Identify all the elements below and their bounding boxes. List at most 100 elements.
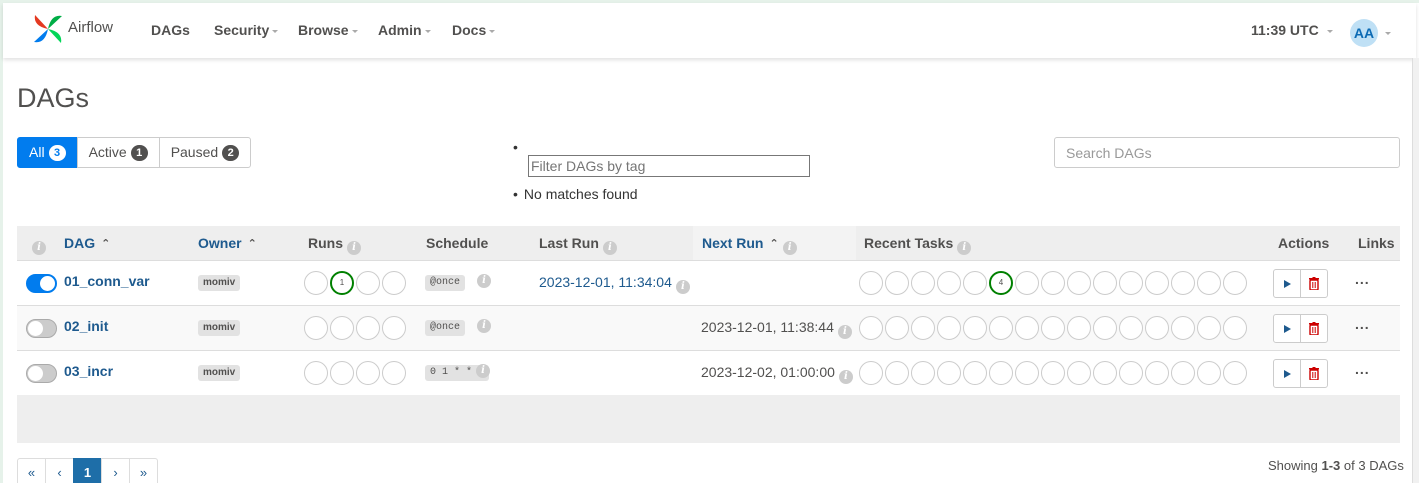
task-state-circle[interactable] bbox=[963, 316, 987, 340]
owner-tag[interactable]: momiv bbox=[198, 275, 241, 291]
schedule-tag[interactable]: @once bbox=[425, 320, 466, 336]
run-state-circle[interactable] bbox=[330, 316, 354, 340]
trigger-dag-button[interactable] bbox=[1273, 269, 1301, 298]
task-state-circle[interactable] bbox=[1119, 316, 1143, 340]
header-dag[interactable]: DAG ⌃ bbox=[64, 235, 110, 251]
task-state-circle[interactable] bbox=[911, 361, 935, 385]
task-state-circle[interactable] bbox=[1145, 316, 1169, 340]
task-state-circle[interactable] bbox=[1119, 271, 1143, 295]
task-state-circle[interactable] bbox=[989, 361, 1013, 385]
info-icon[interactable]: i bbox=[477, 274, 491, 288]
run-state-circle[interactable] bbox=[356, 271, 380, 295]
info-icon[interactable]: i bbox=[602, 241, 617, 255]
nav-dags[interactable]: DAGs bbox=[151, 22, 190, 38]
avatar[interactable]: AA bbox=[1350, 19, 1378, 47]
run-state-circle[interactable]: 1 bbox=[330, 271, 354, 295]
task-state-circle[interactable] bbox=[1015, 361, 1039, 385]
task-state-circle[interactable] bbox=[1223, 316, 1247, 340]
page-prev-button[interactable]: ‹ bbox=[45, 458, 74, 483]
info-icon[interactable]: i bbox=[837, 325, 852, 339]
search-input[interactable] bbox=[1054, 137, 1400, 168]
task-state-circle[interactable] bbox=[1197, 316, 1221, 340]
task-state-circle[interactable] bbox=[1067, 271, 1091, 295]
task-state-circle[interactable] bbox=[1223, 271, 1247, 295]
task-state-circle[interactable] bbox=[937, 271, 961, 295]
nav-docs[interactable]: Docs bbox=[452, 22, 496, 38]
task-state-circle[interactable] bbox=[1223, 361, 1247, 385]
delete-dag-button[interactable] bbox=[1300, 359, 1328, 388]
task-state-circle[interactable] bbox=[1093, 316, 1117, 340]
page-next-button[interactable]: › bbox=[101, 458, 130, 483]
header-owner[interactable]: Owner ⌃ bbox=[198, 235, 257, 251]
task-state-circle[interactable] bbox=[989, 316, 1013, 340]
scrollbar[interactable] bbox=[1412, 58, 1419, 483]
task-state-circle[interactable] bbox=[1119, 361, 1143, 385]
info-icon[interactable]: i bbox=[28, 235, 46, 255]
dag-id-link[interactable]: 01_conn_var bbox=[64, 273, 150, 289]
info-icon[interactable]: i bbox=[347, 241, 361, 255]
task-state-circle[interactable] bbox=[1093, 361, 1117, 385]
pause-toggle[interactable] bbox=[26, 364, 57, 383]
task-state-circle[interactable] bbox=[1171, 271, 1195, 295]
task-state-circle[interactable] bbox=[963, 271, 987, 295]
task-state-circle[interactable] bbox=[1197, 271, 1221, 295]
task-state-circle[interactable]: 4 bbox=[989, 271, 1013, 295]
info-icon[interactable]: i bbox=[782, 241, 797, 255]
nav-browse[interactable]: Browse bbox=[298, 22, 358, 38]
task-state-circle[interactable] bbox=[937, 316, 961, 340]
tag-filter-input[interactable] bbox=[528, 155, 810, 177]
task-state-circle[interactable] bbox=[1171, 361, 1195, 385]
owner-tag[interactable]: momiv bbox=[198, 365, 241, 381]
run-state-circle[interactable] bbox=[356, 361, 380, 385]
delete-dag-button[interactable] bbox=[1300, 314, 1328, 343]
info-icon[interactable]: i bbox=[838, 370, 853, 384]
info-icon[interactable]: i bbox=[477, 319, 491, 333]
filter-paused-button[interactable]: Paused 2 bbox=[158, 137, 252, 168]
pause-toggle[interactable] bbox=[26, 319, 57, 338]
task-state-circle[interactable] bbox=[1015, 316, 1039, 340]
dag-id-link[interactable]: 02_init bbox=[64, 318, 108, 334]
task-state-circle[interactable] bbox=[1067, 316, 1091, 340]
task-state-circle[interactable] bbox=[937, 361, 961, 385]
run-state-circle[interactable] bbox=[382, 361, 406, 385]
run-state-circle[interactable] bbox=[330, 361, 354, 385]
task-state-circle[interactable] bbox=[1145, 271, 1169, 295]
task-state-circle[interactable] bbox=[885, 271, 909, 295]
task-state-circle[interactable] bbox=[1067, 361, 1091, 385]
task-state-circle[interactable] bbox=[859, 271, 883, 295]
dag-id-link[interactable]: 03_incr bbox=[64, 363, 113, 379]
owner-tag[interactable]: momiv bbox=[198, 320, 241, 336]
task-state-circle[interactable] bbox=[885, 316, 909, 340]
run-state-circle[interactable] bbox=[304, 271, 328, 295]
task-state-circle[interactable] bbox=[859, 361, 883, 385]
trigger-dag-button[interactable] bbox=[1273, 314, 1301, 343]
trigger-dag-button[interactable] bbox=[1273, 359, 1301, 388]
delete-dag-button[interactable] bbox=[1300, 269, 1328, 298]
brand[interactable]: Airflow bbox=[31, 12, 113, 46]
task-state-circle[interactable] bbox=[1041, 361, 1065, 385]
task-state-circle[interactable] bbox=[963, 361, 987, 385]
task-state-circle[interactable] bbox=[1041, 316, 1065, 340]
task-state-circle[interactable] bbox=[1093, 271, 1117, 295]
task-state-circle[interactable] bbox=[1171, 316, 1195, 340]
pause-toggle[interactable] bbox=[26, 274, 57, 293]
run-state-circle[interactable] bbox=[382, 316, 406, 340]
task-state-circle[interactable] bbox=[1197, 361, 1221, 385]
info-icon[interactable]: i bbox=[675, 280, 690, 294]
run-state-circle[interactable] bbox=[304, 361, 328, 385]
run-state-circle[interactable] bbox=[356, 316, 380, 340]
filter-all-button[interactable]: All 3 bbox=[17, 137, 78, 168]
page-current-button[interactable]: 1 bbox=[73, 458, 102, 483]
task-state-circle[interactable] bbox=[885, 361, 909, 385]
info-icon[interactable]: i bbox=[476, 364, 490, 378]
task-state-circle[interactable] bbox=[859, 316, 883, 340]
task-state-circle[interactable] bbox=[911, 271, 935, 295]
page-last-button[interactable]: » bbox=[129, 458, 158, 483]
task-state-circle[interactable] bbox=[1041, 271, 1065, 295]
run-state-circle[interactable] bbox=[382, 271, 406, 295]
task-state-circle[interactable] bbox=[1145, 361, 1169, 385]
links-menu-button[interactable]: ... bbox=[1355, 316, 1370, 332]
task-state-circle[interactable] bbox=[911, 316, 935, 340]
run-state-circle[interactable] bbox=[304, 316, 328, 340]
filter-active-button[interactable]: Active 1 bbox=[76, 137, 160, 168]
